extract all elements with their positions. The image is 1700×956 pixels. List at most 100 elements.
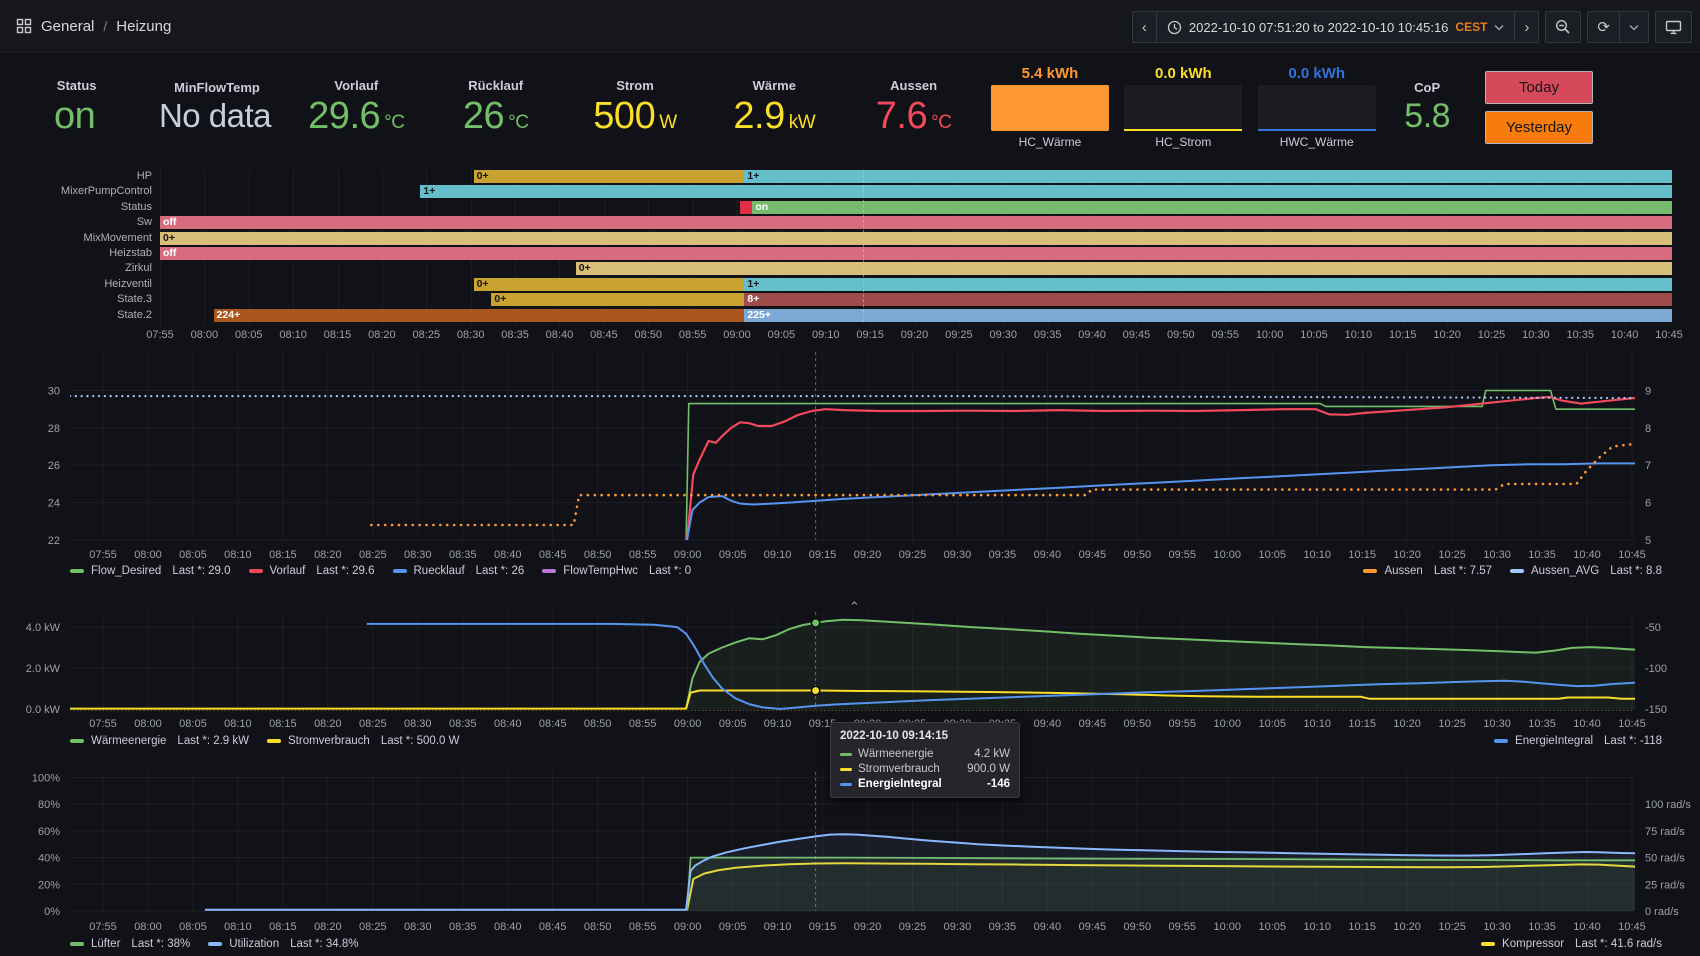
x-axis-tick: 09:15	[809, 921, 837, 933]
gauge-value: 0.0 kWh	[1288, 65, 1345, 82]
stat-value: No data	[159, 99, 275, 134]
x-axis-tick: 08:00	[134, 549, 162, 561]
x-axis-tick: 09:50	[1124, 921, 1152, 933]
stat-status: Status on	[6, 56, 147, 158]
time-shift-forward-button[interactable]: ›	[1514, 12, 1538, 42]
kiosk-mode-button[interactable]	[1656, 12, 1691, 42]
x-axis-tick: 10:00	[1213, 549, 1241, 561]
x-axis-tick: 09:55	[1169, 921, 1197, 933]
x-axis-tick: 08:55	[629, 718, 657, 730]
legend-item-Lüfter[interactable]: Lüfter Last *: 38%	[70, 938, 190, 950]
x-axis-tick: 09:30	[944, 549, 972, 561]
x-axis-tick: 08:55	[629, 549, 657, 561]
x-axis-tick: 08:55	[629, 921, 657, 933]
legend-item-Wärmeenergie[interactable]: Wärmeenergie Last *: 2.9 kW	[70, 735, 249, 747]
legend-value: Last *: 29.6	[316, 565, 374, 577]
timeline-axis-tick: 10:00	[1256, 329, 1284, 341]
legend-value: Last *: 38%	[131, 938, 190, 950]
legend-swatch	[70, 569, 84, 573]
legend-swatch	[249, 569, 263, 573]
timeline-row: 0+1+	[160, 278, 1672, 291]
top-navigation-bar: General / Heizung ‹ 2022-10-10 07:51:20 …	[0, 0, 1700, 53]
stat-cop: CoP 5.8	[1383, 56, 1471, 158]
x-axis-tick: 08:20	[314, 921, 342, 933]
breadcrumb-section[interactable]: General	[41, 18, 94, 35]
legend-swatch	[267, 739, 281, 743]
legend-item-Kompressor[interactable]: Kompressor Last *: 41.6 rad/s	[1481, 938, 1662, 950]
tooltip-series-label: EnergieIntegral	[858, 778, 942, 790]
x-axis-tick: 10:05	[1258, 549, 1286, 561]
legend-item-Utilization[interactable]: Utilization Last *: 34.8%	[208, 938, 358, 950]
x-axis-tick: 08:10	[224, 549, 252, 561]
legend-item-Ruecklauf[interactable]: Ruecklauf Last *: 26	[393, 565, 525, 577]
tooltip-series-value: 4.2 kW	[974, 748, 1010, 760]
tooltip-row-Stromverbrauch: Stromverbrauch 900.0 W	[840, 763, 1010, 775]
x-axis-tick: 10:25	[1438, 718, 1466, 730]
x-axis-tick: 09:05	[719, 718, 747, 730]
timeline-segment: 8+	[744, 293, 1672, 306]
stat-label: Strom	[616, 78, 654, 93]
x-axis-tick: 10:40	[1573, 718, 1601, 730]
x-axis-tick: 08:15	[269, 718, 297, 730]
timeline-row: on	[160, 201, 1672, 214]
legend-value: Last *: 8.8	[1610, 565, 1662, 577]
time-range-button[interactable]: 2022-10-10 07:51:20 to 2022-10-10 10:45:…	[1156, 12, 1515, 42]
stat-label: Vorlauf	[334, 78, 378, 93]
tooltip-row-Wärmeenergie: Wärmeenergie 4.2 kW	[840, 748, 1010, 760]
timeline-axis-tick: 08:40	[546, 329, 574, 341]
x-axis-tick: 08:40	[494, 718, 522, 730]
refresh-button[interactable]: ⟳	[1588, 12, 1619, 42]
magnifier-minus-icon	[1555, 19, 1571, 35]
legend-label: Aussen	[1384, 565, 1422, 577]
time-shift-back-button[interactable]: ‹	[1133, 12, 1156, 42]
legend-item-FlowTempHwc[interactable]: FlowTempHwc Last *: 0	[542, 565, 691, 577]
stat-label: Rücklauf	[468, 78, 523, 93]
timeline-row-label: HP	[2, 170, 152, 183]
apps-grid-icon[interactable]	[16, 18, 32, 34]
legend-item-Aussen_AVG[interactable]: Aussen_AVG Last *: 8.8	[1510, 565, 1662, 577]
x-axis-tick: 08:35	[449, 549, 477, 561]
chevron-up-icon[interactable]: ⌃	[849, 599, 860, 615]
x-axis-tick: 08:45	[539, 549, 567, 561]
stat-value: 5.8	[1404, 99, 1450, 135]
x-axis-tick: 09:10	[764, 718, 792, 730]
x-axis-tick: 10:10	[1303, 718, 1331, 730]
timeline-segment: off	[160, 247, 1672, 260]
timeline-axis-tick: 09:25	[945, 329, 973, 341]
timeline-segment: 1+	[420, 185, 1672, 198]
timepicker-cluster: ‹ 2022-10-10 07:51:20 to 2022-10-10 10:4…	[1132, 11, 1692, 43]
legend-item-Stromverbrauch[interactable]: Stromverbrauch Last *: 500.0 W	[267, 735, 459, 747]
grafana-dashboard: General / Heizung ‹ 2022-10-10 07:51:20 …	[0, 0, 1700, 956]
timeline-segment: 0+	[474, 170, 745, 183]
timeline-axis-tick: 09:55	[1211, 329, 1239, 341]
x-axis-tick: 08:00	[134, 718, 162, 730]
right-axis-tick: 6	[1645, 498, 1651, 510]
right-axis-tick: 9	[1645, 385, 1651, 397]
series-line-Aussen_AVG	[70, 396, 1635, 398]
timeline-crosshair	[863, 170, 864, 322]
legend-item-Vorlauf[interactable]: Vorlauf Last *: 29.6	[249, 565, 375, 577]
timeline-row: 0+1+	[160, 170, 1672, 183]
x-axis-tick: 10:45	[1618, 718, 1646, 730]
x-axis-tick: 09:20	[854, 549, 882, 561]
x-axis-tick: 08:45	[539, 921, 567, 933]
x-axis-tick: 08:30	[404, 549, 432, 561]
today-button[interactable]: Today	[1485, 71, 1593, 104]
legend-label: Lüfter	[91, 938, 120, 950]
timeline-segment: 1+	[744, 170, 1672, 183]
yesterday-button[interactable]: Yesterday	[1485, 111, 1593, 144]
zoom-out-time-button[interactable]	[1546, 12, 1580, 42]
legend-label: EnergieIntegral	[1515, 735, 1593, 747]
refresh-interval-dropdown[interactable]	[1619, 12, 1648, 42]
legend-swatch	[1481, 942, 1495, 946]
chart-legend: Flow_Desired Last *: 29.0 Vorlauf Last *…	[0, 565, 1700, 577]
tooltip-timestamp: 2022-10-10 09:14:15	[840, 730, 1010, 742]
breadcrumb-page[interactable]: Heizung	[116, 18, 171, 35]
legend-item-Aussen[interactable]: Aussen Last *: 7.57	[1363, 565, 1492, 577]
x-axis-tick: 08:10	[224, 718, 252, 730]
right-axis-tick: 5	[1645, 535, 1651, 547]
timeline-axis-tick: 10:40	[1611, 329, 1639, 341]
x-axis-tick: 08:25	[359, 549, 387, 561]
legend-item-Flow_Desired[interactable]: Flow_Desired Last *: 29.0	[70, 565, 231, 577]
legend-item-EnergieIntegral[interactable]: EnergieIntegral Last *: -118	[1494, 735, 1662, 747]
